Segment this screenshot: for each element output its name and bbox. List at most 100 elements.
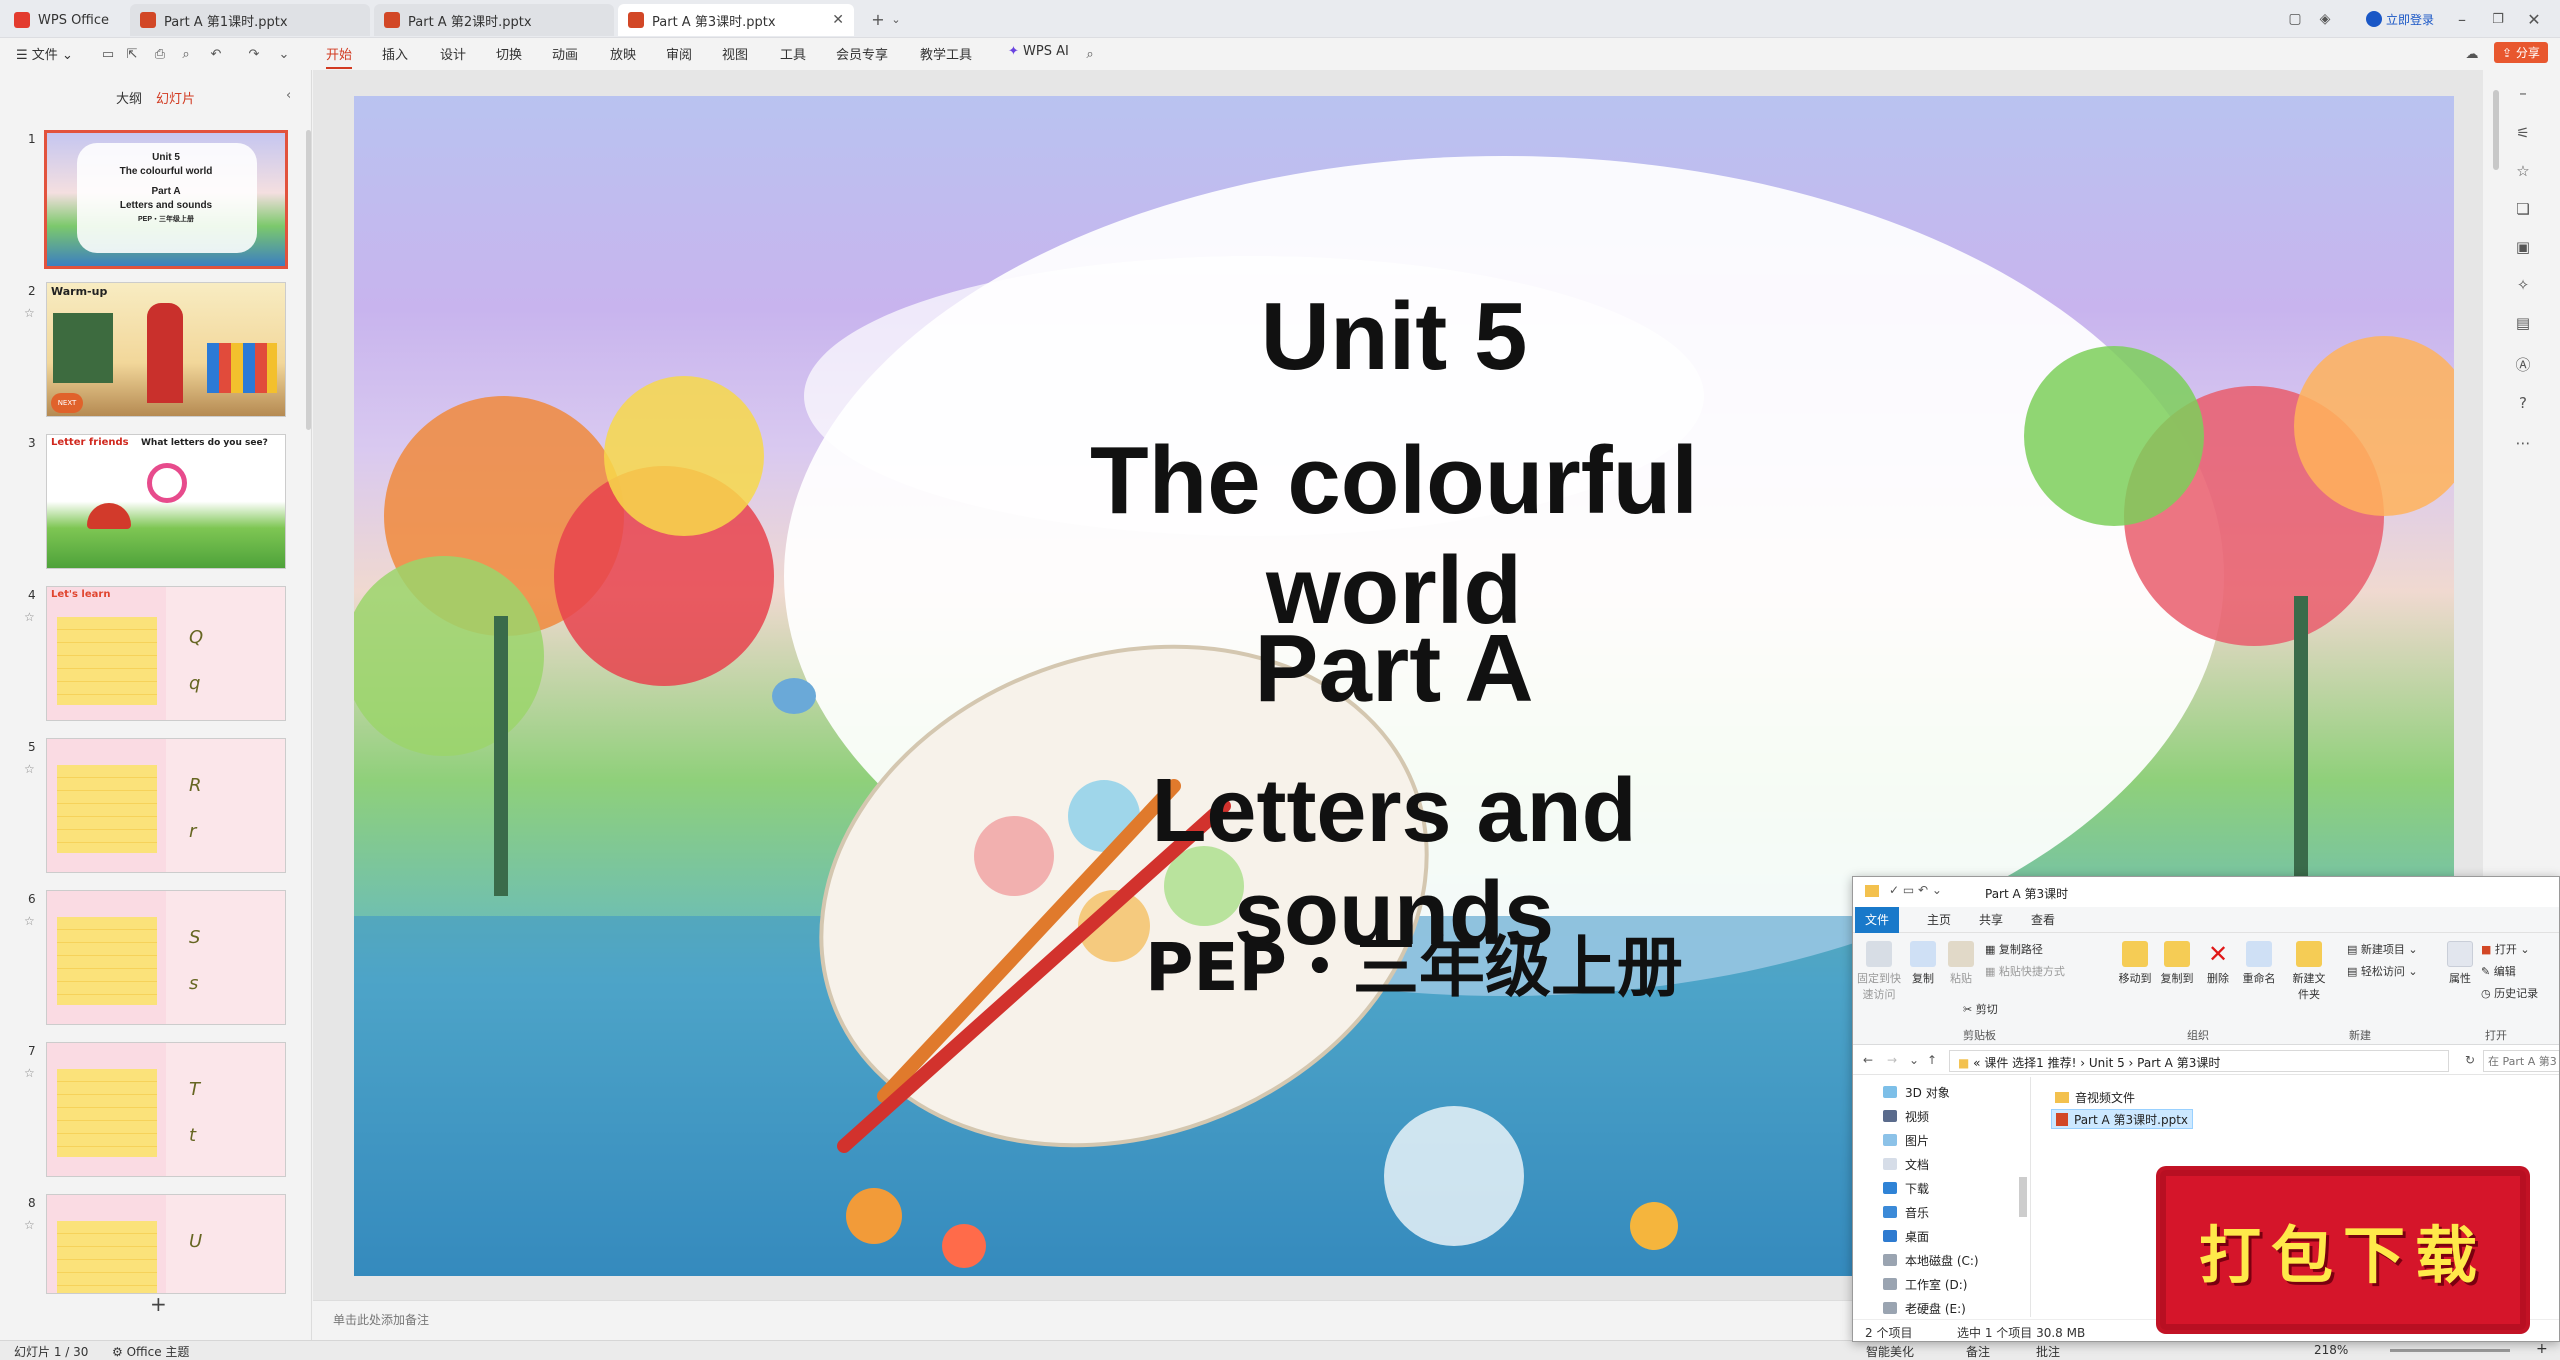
slide-thumbnail-3[interactable]: Letter friends What letters do you see? [46,434,286,569]
tab-document-2[interactable]: Part A 第2课时.pptx [374,4,614,36]
back-arrow-icon[interactable]: ← [1863,1053,1873,1067]
new-item-button[interactable]: ▤ 新建项目 ⌄ [2347,941,2418,957]
explorer-tab-view[interactable]: 查看 [2021,911,2065,928]
close-icon[interactable]: ✕ [832,12,844,28]
save-icon[interactable]: ▭ [100,46,116,62]
file-item-folder[interactable]: 音视频文件 [2051,1087,2139,1107]
image-edit-icon[interactable]: ▣ [2513,238,2533,258]
zoom-slider[interactable] [2390,1349,2510,1352]
zoom-in-icon[interactable]: + [2536,1341,2548,1357]
quick-access-icons[interactable]: ✓ ▭ ↶ ⌄ [1889,883,1942,897]
cut-button[interactable]: ✂ 剪切 [1963,1001,1998,1017]
open-button[interactable]: ■ 打开 ⌄ [2481,941,2530,957]
menu-item-teaching-tools[interactable]: 教学工具 [920,44,972,63]
canvas-scrollbar[interactable] [2493,90,2499,170]
comments-toggle[interactable]: 批注 [2036,1343,2060,1360]
star-icon[interactable]: ☆ [2513,162,2533,182]
search-icon[interactable]: ⌕ [1082,46,1098,62]
menu-item-tools[interactable]: 工具 [780,44,806,63]
menu-item-insert[interactable]: 插入 [382,44,408,63]
print-preview-icon[interactable]: ⌕ [178,46,194,62]
window-layout-icon[interactable]: ▢ [2284,6,2306,32]
star-icon[interactable]: ☆ [24,1066,35,1080]
new-tab-button[interactable]: + [866,6,890,32]
up-arrow-icon[interactable]: ↑ [1927,1053,1937,1067]
settings-sliders-icon[interactable]: ⚟ [2513,124,2533,144]
menu-item-home[interactable]: 开始 [326,44,353,69]
cube-icon[interactable]: ◈ [2314,6,2336,32]
explorer-search-input[interactable] [2483,1050,2559,1072]
notes-toggle[interactable]: 备注 [1966,1343,1990,1360]
breadcrumb-item[interactable]: Unit 5 [2089,1056,2125,1070]
book-icon[interactable]: ▤ [2513,314,2533,334]
wps-ai-button[interactable]: ✦ WPS AI [1008,44,1069,59]
menu-item-design[interactable]: 设计 [440,44,466,63]
chevron-down-icon[interactable]: ⌄ [276,46,292,62]
smart-beautify-button[interactable]: 智能美化 [1866,1343,1914,1360]
menu-item-animation[interactable]: 动画 [552,44,578,63]
cloud-sync-icon[interactable]: ☁ [2464,46,2480,62]
breadcrumb-item[interactable]: 课件 选择1 推荐! [1984,1056,2076,1070]
add-slide-button[interactable]: + [150,1292,167,1316]
login-button[interactable]: 立即登录 [2350,6,2450,32]
slide-thumbnail-2[interactable]: Warm-up NEXT [46,282,286,417]
more-icon[interactable]: ⋯ [2513,434,2533,454]
nav-item-documents[interactable]: 文档 [1883,1153,1929,1175]
explorer-tab-file[interactable]: 文件 [1855,907,1900,933]
star-icon[interactable]: ☆ [24,610,35,624]
breadcrumb-item[interactable]: Part A 第3课时 [2137,1056,2220,1070]
restore-button[interactable]: ❐ [2486,6,2510,32]
minimize-button[interactable]: – [2450,6,2474,32]
tab-outline[interactable]: 大纲 [116,88,142,107]
collapse-pane-icon[interactable]: ‹ [286,88,291,103]
chevron-down-icon[interactable]: ⌄ [1909,1053,1919,1067]
tab-wps-office[interactable]: WPS Office [4,4,122,36]
history-button[interactable]: ◷ 历史记录 [2481,985,2538,1001]
help-icon[interactable]: ? [2513,394,2533,414]
nav-item-music[interactable]: 音乐 [1883,1201,1929,1223]
undo-icon[interactable]: ↶ [208,46,224,62]
download-banner[interactable]: 打包下载 [2160,1170,2526,1330]
edit-button[interactable]: ✎ 编辑 [2481,963,2516,979]
pin-quick-access-button[interactable]: 固定到快速访问 [1857,941,1901,1002]
star-icon[interactable]: ☆ [24,914,35,928]
menu-item-transition[interactable]: 切换 [496,44,522,63]
share-button[interactable]: ⇪ 分享 [2494,42,2548,63]
nav-item-pictures[interactable]: 图片 [1883,1129,1929,1151]
redo-icon[interactable]: ↷ [246,46,262,62]
text-icon[interactable]: Ⓐ [2513,354,2533,374]
nav-item-drive-c[interactable]: 本地磁盘 (C:) [1883,1249,1979,1271]
pane-scrollbar[interactable] [306,130,311,430]
export-icon[interactable]: ⇱ [124,46,140,62]
tab-document-1[interactable]: Part A 第1课时.pptx [130,4,370,36]
copy-button[interactable]: 复制 [1905,941,1941,986]
nav-item-videos[interactable]: 视频 [1883,1105,1929,1127]
nav-item-desktop[interactable]: 桌面 [1883,1225,1929,1247]
nav-item-drive-e[interactable]: 老硬盘 (E:) [1883,1297,1966,1319]
chevron-down-icon[interactable]: ⌄ [888,6,904,32]
menu-item-view[interactable]: 视图 [722,44,748,63]
move-to-button[interactable]: 移动到 [2115,941,2155,986]
magic-icon[interactable]: ✧ [2513,276,2533,296]
menu-item-slideshow[interactable]: 放映 [610,44,636,63]
copy-path-button[interactable]: ▦ 复制路径 [1985,941,2043,957]
minus-icon[interactable]: – [2513,84,2533,104]
theme-button[interactable]: ⚙ Office 主题 [112,1343,189,1360]
easy-access-button[interactable]: ▤ 轻松访问 ⌄ [2347,963,2418,979]
nav-scrollbar[interactable] [2019,1177,2027,1217]
menu-item-member[interactable]: 会员专享 [836,44,888,63]
nav-item-3d-objects[interactable]: 3D 对象 [1883,1081,1950,1103]
slide-thumbnail-4[interactable]: Let's learn Q q [46,586,286,721]
file-item-pptx[interactable]: Part A 第3课时.pptx [2051,1109,2194,1129]
nav-item-drive-d[interactable]: 工作室 (D:) [1883,1273,1967,1295]
forward-arrow-icon[interactable]: → [1887,1053,1897,1067]
delete-button[interactable]: ✕ 删除 [2201,941,2235,986]
file-menu[interactable]: ☰ 文件 ⌄ [16,44,73,63]
menu-item-review[interactable]: 审阅 [666,44,692,63]
tab-document-3[interactable]: Part A 第3课时.pptx ✕ [618,4,854,36]
slide-thumbnail-1[interactable]: Unit 5 The colourful world Part A Letter… [44,130,288,269]
star-icon[interactable]: ☆ [24,1218,35,1232]
refresh-icon[interactable]: ↻ [2465,1053,2475,1067]
slide-thumbnail-8[interactable]: U [46,1194,286,1294]
slide-thumbnail-6[interactable]: S s [46,890,286,1025]
